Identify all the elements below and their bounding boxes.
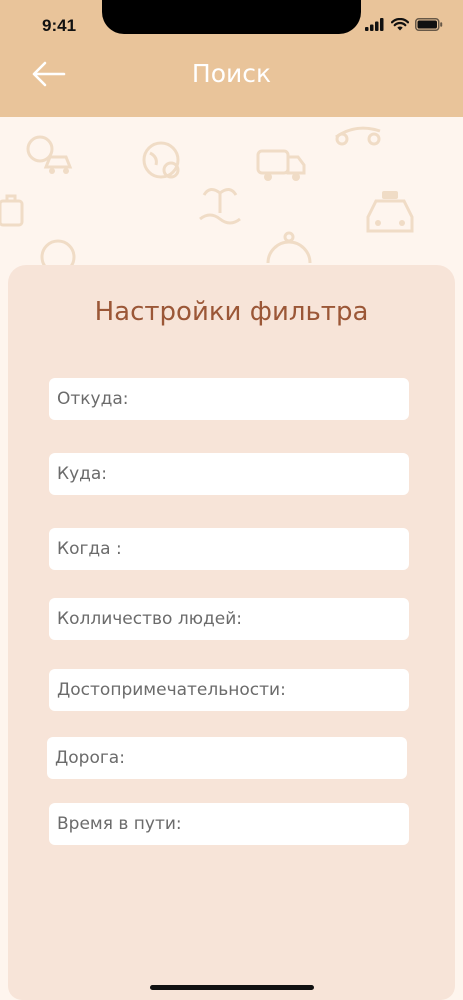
people-count-field[interactable]: Колличество людей: — [49, 598, 409, 640]
battery-icon — [415, 18, 443, 31]
app-header: 9:41 Поиск — [0, 0, 463, 117]
globe-icon — [142, 141, 180, 179]
wifi-icon — [391, 18, 409, 31]
device-notch — [102, 0, 361, 34]
cloche-icon — [266, 231, 312, 264]
taxi-icon — [366, 191, 414, 233]
status-icons — [365, 18, 443, 31]
signal-icon — [365, 18, 384, 31]
from-field[interactable]: Откуда: — [49, 378, 409, 420]
filter-title: Настройки фильтра — [94, 297, 369, 327]
page-title: Поиск — [191, 59, 272, 88]
palm-icon — [199, 188, 241, 225]
travel-time-field[interactable]: Время в пути: — [49, 803, 409, 845]
scooter-icon — [335, 126, 381, 146]
map-icon — [40, 239, 76, 267]
road-field[interactable]: Дорога: — [47, 737, 407, 779]
home-indicator — [150, 985, 314, 990]
truck-icon — [256, 149, 306, 181]
car-icon — [26, 135, 73, 174]
status-time: 9:41 — [42, 16, 77, 35]
filter-card: Настройки фильтра Откуда: Куда: Когда : … — [8, 265, 455, 1000]
suitcase-icon — [0, 194, 24, 227]
attractions-field[interactable]: Достопримечательности: — [49, 669, 409, 711]
date-field[interactable]: Когда : — [49, 528, 409, 570]
to-field[interactable]: Куда: — [49, 453, 409, 495]
